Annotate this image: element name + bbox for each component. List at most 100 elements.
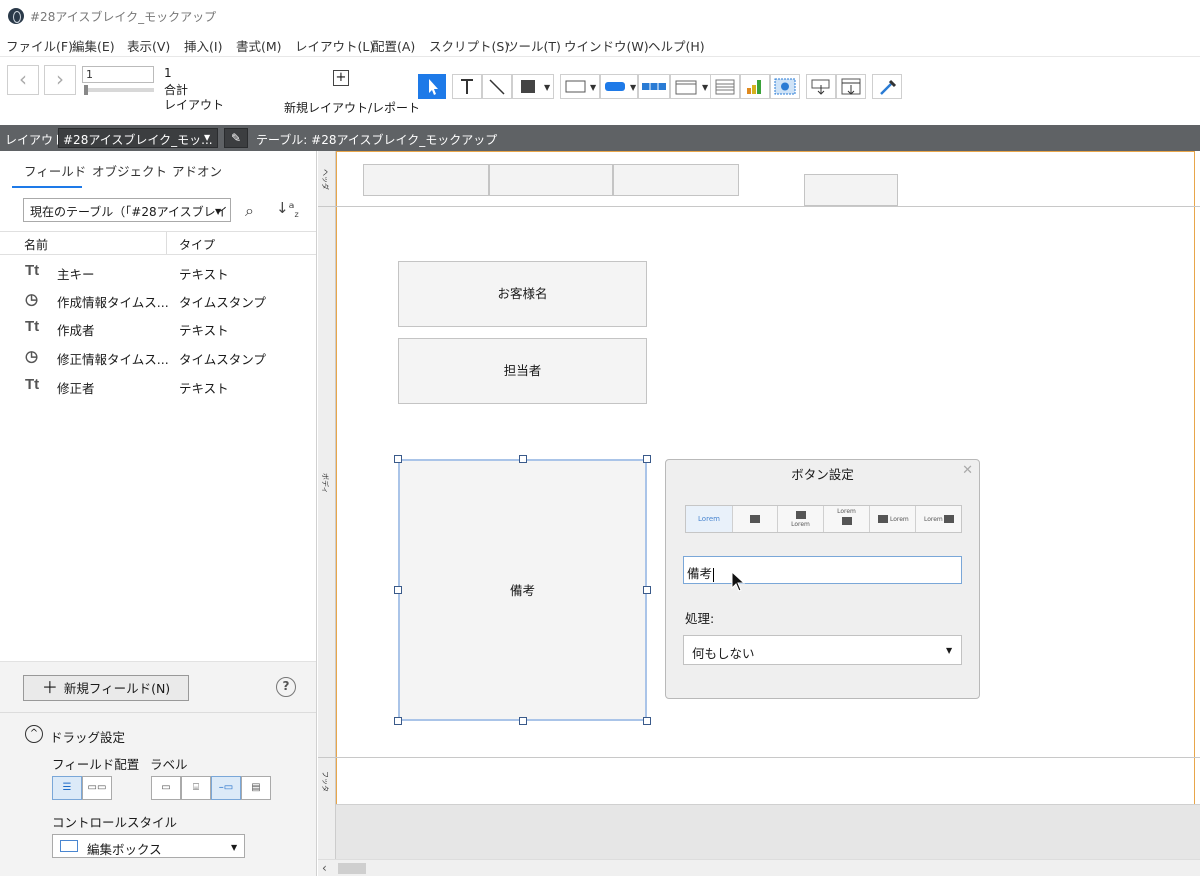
chevron-left-icon[interactable]: ‹ bbox=[322, 861, 327, 875]
web-viewer-tool[interactable] bbox=[770, 74, 800, 99]
vertical-placement-button[interactable]: ☰ bbox=[52, 776, 82, 800]
menu-file[interactable]: ファイル(F) bbox=[6, 36, 73, 55]
button-bar-tool[interactable] bbox=[638, 74, 670, 99]
resize-handle[interactable] bbox=[643, 717, 651, 725]
menu-help[interactable]: ヘルプ(H) bbox=[648, 36, 705, 55]
shape-tool-dropdown-icon[interactable]: ▼ bbox=[544, 83, 550, 92]
action-select[interactable]: 何もしない bbox=[683, 635, 962, 665]
new-layout-button[interactable]: 新規レイアウト/レポート bbox=[284, 99, 420, 116]
search-icon[interactable]: ⌕ bbox=[245, 201, 254, 221]
style-icon-left-label[interactable]: Lorem bbox=[870, 506, 916, 532]
resize-handle[interactable] bbox=[643, 455, 651, 463]
help-icon[interactable]: ? bbox=[276, 677, 296, 697]
style-label-above-icon[interactable]: Lorem bbox=[824, 506, 870, 532]
portal-tool[interactable] bbox=[710, 74, 740, 99]
resize-handle[interactable] bbox=[394, 717, 402, 725]
insert-field-tool[interactable] bbox=[806, 74, 836, 99]
header-part-label[interactable]: ヘッダ bbox=[320, 169, 330, 190]
horizontal-placement-button[interactable]: ▭▭ bbox=[82, 776, 112, 800]
footer-part-label[interactable]: フッタ bbox=[320, 771, 330, 792]
control-style-select[interactable]: 編集ボックス bbox=[52, 834, 245, 858]
field-row[interactable]: Tt 作成者 テキスト bbox=[0, 314, 316, 342]
non-printing-area bbox=[336, 804, 1200, 859]
close-icon[interactable]: ✕ bbox=[962, 463, 973, 478]
tab-objects[interactable]: オブジェクト bbox=[92, 161, 167, 180]
header-field-3[interactable] bbox=[613, 164, 739, 196]
label-inside-button[interactable]: ▤ bbox=[241, 776, 271, 800]
column-name-header[interactable]: 名前 bbox=[24, 236, 48, 253]
chevron-down-icon[interactable]: ▼ bbox=[946, 646, 952, 655]
customer-name-field[interactable]: お客様名 bbox=[398, 261, 647, 327]
table-label: テーブル: #28アイスブレイク_モックアップ bbox=[256, 133, 498, 147]
tab-fields[interactable]: フィールド bbox=[24, 161, 86, 180]
chevron-down-icon[interactable]: ▼ bbox=[231, 843, 237, 852]
field-row[interactable]: Tt 修正者 テキスト bbox=[0, 372, 316, 400]
button-tool-dropdown-icon[interactable]: ▼ bbox=[630, 83, 636, 92]
staff-field[interactable]: 担当者 bbox=[398, 338, 647, 404]
current-table-select[interactable]: 現在のテーブル（「#28アイスブレイ bbox=[23, 198, 231, 222]
header-field-2[interactable] bbox=[489, 164, 613, 196]
text-tool[interactable] bbox=[452, 74, 482, 99]
notes-button[interactable]: 備考 bbox=[398, 459, 647, 721]
record-number-input[interactable]: 1 bbox=[82, 66, 154, 83]
record-slider[interactable] bbox=[84, 85, 154, 95]
menu-view[interactable]: 表示(V) bbox=[127, 36, 170, 55]
field-tool-dropdown-icon[interactable]: ▼ bbox=[590, 83, 596, 92]
menu-window[interactable]: ウインドウ(W) bbox=[564, 36, 649, 55]
insert-part-tool[interactable] bbox=[836, 74, 866, 99]
style-label-left-icon[interactable]: Lorem bbox=[916, 506, 961, 532]
drag-settings-title[interactable]: ドラッグ設定 bbox=[50, 727, 125, 746]
new-field-button[interactable]: ＋ 新規フィールド(N) bbox=[23, 675, 189, 701]
button-label-input[interactable]: 備考 bbox=[683, 556, 962, 584]
line-tool[interactable] bbox=[482, 74, 512, 99]
header-boundary[interactable] bbox=[318, 206, 1200, 207]
pointer-icon bbox=[429, 79, 438, 95]
resize-handle[interactable] bbox=[519, 455, 527, 463]
next-record-button[interactable]: › bbox=[44, 65, 76, 95]
chevron-down-icon[interactable]: ▼ bbox=[204, 133, 210, 142]
menu-format[interactable]: 書式(M) bbox=[236, 36, 282, 55]
body-boundary[interactable] bbox=[318, 757, 1200, 758]
record-slider-thumb[interactable] bbox=[84, 85, 88, 95]
menu-edit[interactable]: 編集(E) bbox=[72, 36, 115, 55]
tab-addons[interactable]: アドオン bbox=[172, 161, 222, 180]
menu-layouts[interactable]: レイアウト(L) bbox=[295, 36, 374, 55]
pencil-icon[interactable]: ✎ bbox=[224, 128, 248, 148]
menu-insert[interactable]: 挿入(I) bbox=[184, 36, 222, 55]
chevron-up-icon[interactable]: ^ bbox=[25, 725, 43, 743]
style-label-only[interactable]: Lorem bbox=[686, 506, 733, 532]
label-left-button[interactable]: –▭ bbox=[211, 776, 241, 800]
select-tool[interactable] bbox=[418, 74, 446, 99]
format-painter-tool[interactable] bbox=[872, 74, 902, 99]
tab-control-dropdown-icon[interactable]: ▼ bbox=[702, 83, 708, 92]
text-icon: Tt bbox=[25, 262, 40, 279]
header-field-4[interactable] bbox=[804, 174, 898, 206]
field-row[interactable]: ◷ 修正情報タイムス... タイムスタンプ bbox=[0, 343, 316, 371]
scrollbar-thumb[interactable] bbox=[338, 863, 366, 874]
field-row[interactable]: Tt 主キー テキスト bbox=[0, 258, 316, 286]
menu-tools[interactable]: ツール(T) bbox=[506, 36, 561, 55]
body-part-label[interactable]: ボディ bbox=[320, 473, 330, 494]
style-icon-above-label[interactable]: Lorem bbox=[778, 506, 824, 532]
label-none-button[interactable]: ▭ bbox=[151, 776, 181, 800]
resize-handle[interactable] bbox=[643, 586, 651, 594]
previous-record-button[interactable]: ‹ bbox=[7, 65, 39, 95]
sort-icon[interactable]: ↓ᵃz bbox=[276, 199, 299, 219]
resize-handle[interactable] bbox=[394, 455, 402, 463]
menu-arrange[interactable]: 配置(A) bbox=[372, 36, 415, 55]
column-type-header[interactable]: タイプ bbox=[179, 236, 215, 253]
chart-tool[interactable] bbox=[740, 74, 770, 99]
column-divider[interactable] bbox=[166, 232, 167, 254]
layout-select[interactable]: #28アイスブレイク_モッ... bbox=[58, 128, 218, 148]
field-row[interactable]: ◷ 作成情報タイムス... タイムスタンプ bbox=[0, 286, 316, 314]
resize-handle[interactable] bbox=[394, 586, 402, 594]
header-field-1[interactable] bbox=[363, 164, 489, 196]
horizontal-scrollbar[interactable]: ‹ bbox=[318, 859, 1200, 876]
part-ruler: ヘッダ ボディ フッタ bbox=[318, 151, 336, 859]
new-layout-icon[interactable]: + bbox=[333, 70, 349, 86]
menu-scripts[interactable]: スクリプト(S) bbox=[429, 36, 509, 55]
label-top-button[interactable]: ⌸ bbox=[181, 776, 211, 800]
resize-handle[interactable] bbox=[519, 717, 527, 725]
chevron-down-icon[interactable]: ▼ bbox=[215, 207, 221, 216]
style-icon-only[interactable] bbox=[733, 506, 778, 532]
